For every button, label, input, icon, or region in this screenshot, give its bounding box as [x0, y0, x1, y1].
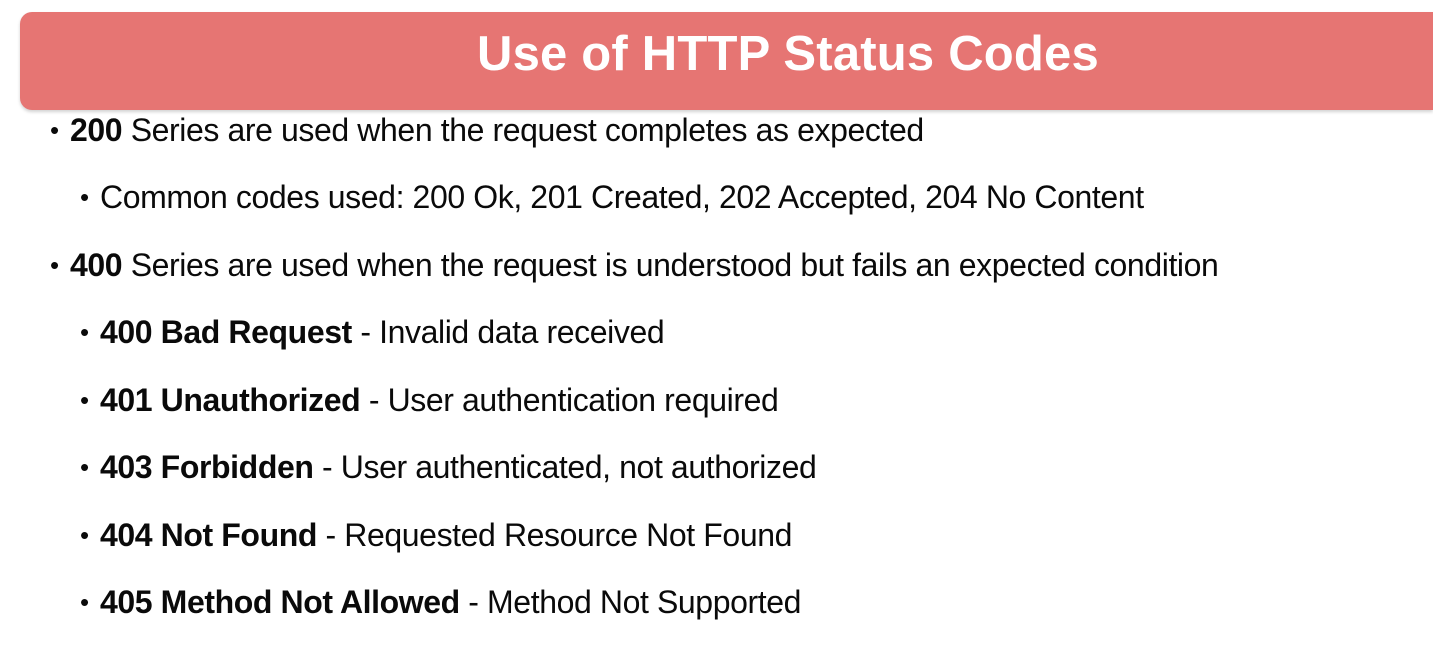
bullet-dot: •: [80, 587, 89, 617]
item-text: - Method Not Supported: [459, 584, 802, 620]
item-text: - User authentication required: [360, 382, 779, 418]
bullet-dot: •: [50, 250, 59, 280]
item-text: - User authenticated, not authorized: [313, 449, 817, 485]
bullet-dot: •: [80, 520, 89, 550]
status-code: 404 Not Found: [100, 517, 318, 553]
bullet-dot: •: [50, 115, 59, 145]
bullet-item-404-not-found: • 404 Not Found - Requested Resource Not …: [80, 513, 792, 557]
item-text: Series are used when the request is unde…: [122, 247, 1219, 283]
item-text: - Invalid data received: [351, 314, 665, 350]
status-code: 401 Unauthorized: [100, 382, 361, 418]
status-code: 403 Forbidden: [100, 449, 314, 485]
bullet-item-401-unauthorized: • 401 Unauthorized - User authentication …: [80, 378, 779, 422]
bullet-dot: •: [80, 385, 89, 415]
bullet-item-common-codes: • Common codes used: 200 Ok, 201 Created,…: [80, 175, 1144, 219]
status-code: 400: [70, 247, 123, 283]
item-text: - Requested Resource Not Found: [317, 517, 793, 553]
bullet-list: • 200 Series are used when the request co…: [0, 0, 1433, 651]
bullet-item-200-series: • 200 Series are used when the request co…: [50, 108, 924, 152]
bullet-dot: •: [80, 452, 89, 482]
bullet-item-400-bad-request: • 400 Bad Request - Invalid data received: [80, 310, 665, 354]
bullet-item-405-method-not-allowed: • 405 Method Not Allowed - Method Not Sup…: [80, 580, 801, 624]
bullet-item-400-series: • 400 Series are used when the request is…: [50, 243, 1219, 287]
bullet-item-403-forbidden: • 403 Forbidden - User authenticated, not…: [80, 445, 817, 489]
status-code: 405 Method Not Allowed: [100, 584, 460, 620]
status-code: 200: [70, 112, 123, 148]
item-text: Common codes used: 200 Ok, 201 Created, …: [100, 179, 1144, 215]
item-text: Series are used when the request complet…: [122, 112, 925, 148]
status-code: 400 Bad Request: [100, 314, 352, 350]
bullet-dot: •: [80, 317, 89, 347]
bullet-dot: •: [80, 182, 89, 212]
